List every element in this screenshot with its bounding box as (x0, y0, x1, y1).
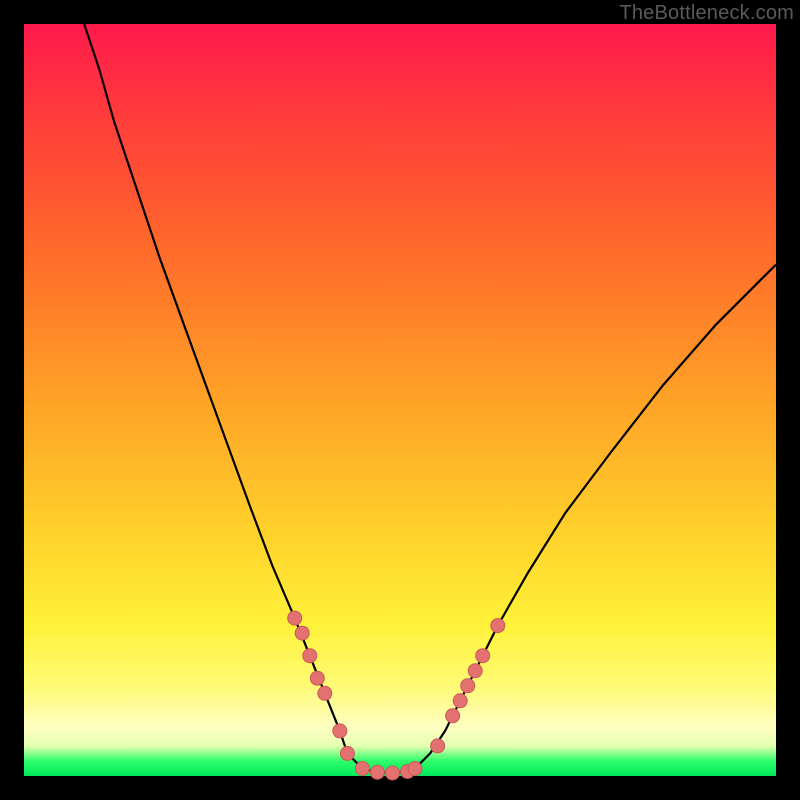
highlight-marker (431, 739, 445, 753)
highlight-marker (468, 664, 482, 678)
highlight-marker (340, 746, 354, 760)
highlight-marker (295, 626, 309, 640)
curve-layer (24, 24, 776, 776)
highlight-marker (303, 649, 317, 663)
highlight-marker (310, 671, 324, 685)
highlight-marker (476, 649, 490, 663)
highlight-marker (370, 765, 384, 779)
highlight-marker (408, 762, 422, 776)
highlight-marker (446, 709, 460, 723)
highlight-marker (453, 694, 467, 708)
highlight-marker (355, 762, 369, 776)
highlight-marker (386, 766, 400, 780)
highlight-marker (318, 686, 332, 700)
watermark-text: TheBottleneck.com (619, 2, 794, 25)
bottleneck-curve-path (84, 24, 776, 773)
highlight-marker (491, 619, 505, 633)
highlight-marker (333, 724, 347, 738)
outer-frame: TheBottleneck.com (0, 0, 800, 800)
marker-group (288, 611, 505, 780)
highlight-marker (288, 611, 302, 625)
highlight-marker (461, 679, 475, 693)
